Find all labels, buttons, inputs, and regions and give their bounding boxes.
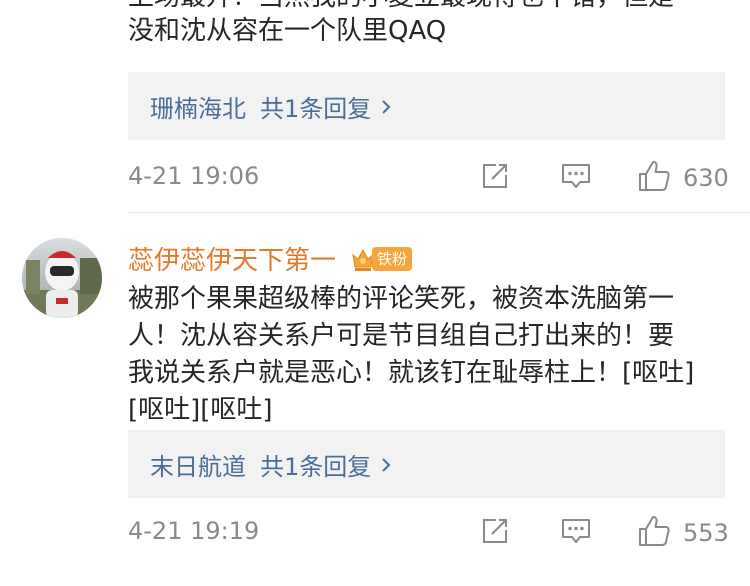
fan-badge: 铁粉 bbox=[350, 245, 413, 273]
thumbs-up-icon bbox=[637, 159, 671, 197]
comment-username[interactable]: 蕊伊蕊伊天下第一 铁粉 bbox=[128, 240, 413, 277]
like-count: 630 bbox=[683, 164, 729, 192]
reply-summary-link[interactable]: 末日航道 共1条回复 bbox=[128, 430, 725, 498]
comment-text-line: 没和沈从容在一个队里QAQ bbox=[128, 16, 447, 46]
like-count: 553 bbox=[683, 519, 729, 547]
comment-text-line: 我说关系户就是恶心！就该钉在耻辱柱上！[呕吐] bbox=[128, 358, 695, 388]
comment-timestamp: 4-21 19:19 bbox=[128, 517, 260, 545]
comment-text-line: 上场最升！当然我的小夏立最现得也不错，但是 bbox=[128, 0, 728, 14]
comment-meta-row: 4-21 19:06 630 bbox=[128, 158, 729, 198]
like-button[interactable]: 630 bbox=[637, 158, 729, 198]
thumbs-up-icon bbox=[637, 514, 671, 552]
share-icon bbox=[480, 161, 510, 195]
chevron-right-icon bbox=[379, 99, 393, 114]
comment-text-line: [呕吐][呕吐] bbox=[128, 395, 273, 425]
reply-summary-link[interactable]: 珊楠海北 共1条回复 bbox=[128, 72, 725, 140]
comment-meta-row: 4-21 19:19 553 bbox=[128, 513, 729, 553]
reply-count: 共1条回复 bbox=[260, 452, 372, 481]
comment-text-line: 被那个果果超级棒的评论笑死，被资本洗脑第一 bbox=[128, 284, 675, 314]
comment-button[interactable] bbox=[560, 158, 592, 198]
fan-badge-label: 铁粉 bbox=[372, 246, 413, 271]
username-text: 蕊伊蕊伊天下第一 bbox=[128, 246, 337, 276]
divider bbox=[128, 212, 750, 213]
comment-thread: 上场最升！当然我的小夏立最现得也不错，但是 没和沈从容在一个队里QAQ 珊楠海北… bbox=[0, 0, 750, 586]
share-button[interactable] bbox=[480, 513, 510, 553]
avatar[interactable] bbox=[22, 238, 102, 318]
comment-timestamp: 4-21 19:06 bbox=[128, 162, 260, 190]
share-icon bbox=[480, 516, 510, 550]
reply-username: 末日航道 bbox=[150, 452, 246, 481]
comment-button[interactable] bbox=[560, 513, 592, 553]
share-button[interactable] bbox=[480, 158, 510, 198]
reply-username: 珊楠海北 bbox=[150, 94, 246, 123]
comment-icon bbox=[560, 516, 592, 550]
comment-text-line: 人！沈从容关系户可是节目组自己打出来的！要 bbox=[128, 321, 675, 351]
reply-count: 共1条回复 bbox=[260, 94, 372, 123]
chevron-right-icon bbox=[379, 457, 393, 472]
like-button[interactable]: 553 bbox=[637, 513, 729, 553]
comment-icon bbox=[560, 161, 592, 195]
